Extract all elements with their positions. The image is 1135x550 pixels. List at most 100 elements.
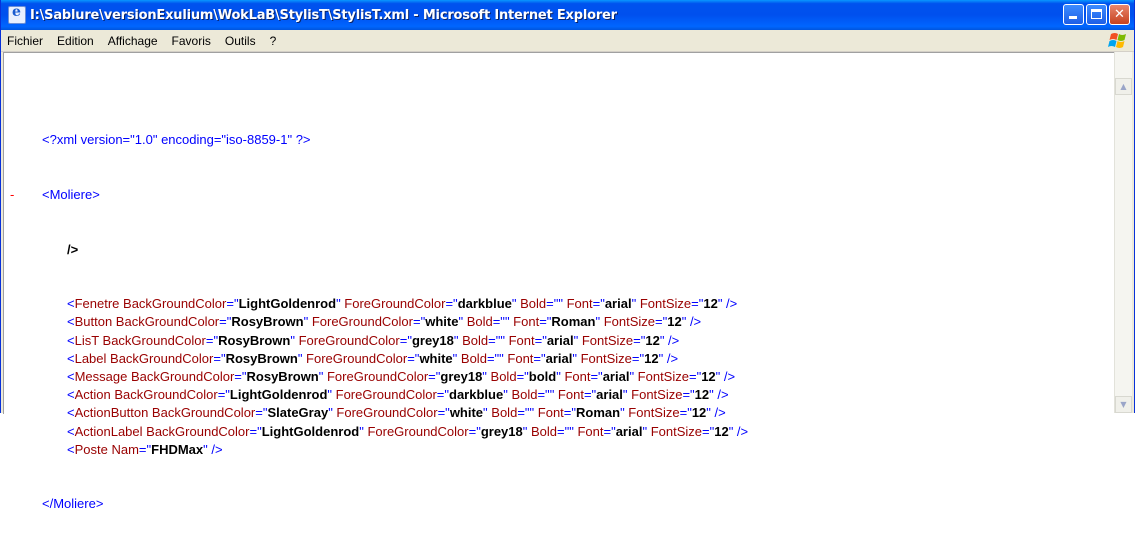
xml-lone-close-line: /> (10, 241, 748, 259)
xml-attr-eq: =" (537, 387, 550, 403)
xml-attr-value: darkblue (449, 387, 504, 403)
document-view[interactable]: <?xml version="1.0" encoding="iso-8859-1… (3, 52, 1117, 511)
xml-attr-value: white (425, 314, 459, 330)
ie-window: I:\Sablure\versionExulium\WokLaB\StylisT… (0, 0, 1135, 511)
menu-outils[interactable]: Outils (218, 34, 263, 48)
menu-favoris[interactable]: Favoris (165, 34, 218, 48)
xml-attr-value: FHDMax (151, 441, 204, 457)
close-button[interactable]: ✕ (1109, 4, 1130, 25)
xml-element-line: <Message BackGroundColor="RosyBrown" For… (10, 368, 748, 386)
xml-attr-value: grey18 (440, 368, 483, 384)
xml-attr-value: LightGoldenrod (261, 423, 360, 439)
xml-attr-value: RosyBrown (231, 314, 304, 330)
menu-edition[interactable]: Edition (50, 34, 101, 48)
xml-element-line: <Button BackGroundColor="RosyBrown" Fore… (10, 313, 748, 331)
xml-attr-value: grey18 (411, 332, 454, 348)
xml-attr-name: BackGroundColor (112, 314, 220, 330)
xml-attr-eq: =" (590, 368, 603, 384)
xml-attr-name: Nam (107, 441, 139, 457)
maximize-button[interactable] (1086, 4, 1107, 25)
windows-logo-icon (1108, 33, 1126, 48)
xml-attr-eq: =" (445, 296, 458, 312)
xml-attr-value: arial (546, 332, 574, 348)
xml-element-line: <Action BackGroundColor="LightGoldenrod"… (10, 386, 748, 404)
xml-attr-eq: =" (428, 368, 441, 384)
xml-attr-value: LightGoldenrod (229, 387, 328, 403)
xml-element-line: <LisT BackGroundColor="RosyBrown" ForeGr… (10, 332, 748, 350)
xml-attr-name: FontSize (627, 387, 683, 403)
xml-attr-name: ForeGroundColor (323, 368, 429, 384)
xml-attr-eq: =" (539, 314, 552, 330)
menu-help[interactable]: ? (263, 34, 284, 48)
xml-attr-value: arial (602, 368, 630, 384)
xml-root-close-line: </Moliere> (10, 495, 748, 513)
xml-attr-eq: =" (138, 441, 152, 457)
xml-attr-name: Bold (463, 314, 493, 330)
xml-element-line: <Fenetre BackGroundColor="LightGoldenrod… (10, 295, 748, 313)
xml-self-close: /> (663, 350, 679, 366)
xml-element-line: <ActionLabel BackGroundColor="LightGolde… (10, 423, 748, 441)
xml-attr-name: FontSize (636, 296, 692, 312)
xml-tree: <?xml version="1.0" encoding="iso-8859-1… (10, 95, 748, 550)
menu-fichier[interactable]: Fichier (1, 34, 50, 48)
xml-attr-eq: =" (226, 296, 239, 312)
xml-lone-close: /> (67, 241, 79, 257)
xml-attr-name: Bold (457, 350, 487, 366)
xml-attr-eq: =" (516, 368, 529, 384)
xml-attr-value: arial (615, 423, 643, 439)
xml-attr-eq: =" (691, 296, 704, 312)
minimize-icon (1069, 16, 1077, 19)
xml-open-bracket: < (67, 296, 75, 312)
xml-attr-value: RosyBrown (218, 332, 291, 348)
xml-self-close: /> (207, 441, 223, 457)
xml-attr-eq: =" (486, 350, 500, 366)
xml-tag-name: Fenetre (74, 296, 120, 312)
xml-attr-eq: =" (249, 423, 262, 439)
xml-attr-name: Font (504, 332, 535, 348)
xml-attr-eq: =" (603, 423, 616, 439)
xml-attr-eq: =" (234, 368, 247, 384)
xml-element-line: <Label BackGroundColor="RosyBrown" ForeG… (10, 350, 748, 368)
xml-attr-name: BackGroundColor (106, 350, 214, 366)
xml-attr-eq: =" (631, 350, 645, 366)
xml-element-line: <Poste Nam="FHDMax" /> (10, 441, 748, 459)
xml-attr-value: arial (596, 387, 623, 403)
xml-attr-value: 12 (714, 423, 729, 439)
xml-attr-name: BackGroundColor (142, 423, 250, 439)
xml-attr-eq: =" (407, 350, 420, 366)
scroll-down-button[interactable]: ▼ (1115, 396, 1132, 413)
xml-attr-value: grey18 (480, 423, 523, 439)
xml-attr-name: Font (509, 314, 540, 330)
xml-attr-name: Bold (527, 423, 558, 439)
xml-attr-value: 12 (644, 350, 659, 366)
xml-attr-name: BackGroundColor (119, 296, 227, 312)
xml-open-bracket: < (67, 314, 75, 330)
xml-declaration-line: <?xml version="1.0" encoding="iso-8859-1… (10, 131, 748, 149)
title-bar[interactable]: I:\Sablure\versionExulium\WokLaB\StylisT… (1, 0, 1134, 30)
xml-tag-name: Label (74, 350, 107, 366)
xml-attr-eq: =" (217, 387, 230, 403)
xml-attr-name: Font (562, 296, 593, 312)
xml-attr-name: FontSize (634, 368, 689, 384)
xml-element-line: <ActionButton BackGroundColor="SlateGray… (10, 404, 748, 422)
collapse-toggle[interactable]: - (10, 186, 42, 204)
menu-affichage[interactable]: Affichage (101, 34, 165, 48)
xml-attr-name: ForeGroundColor (294, 332, 400, 348)
scroll-up-button[interactable]: ▲ (1115, 78, 1132, 95)
xml-open-bracket: < (67, 350, 75, 366)
xml-attr-eq: =" (592, 296, 605, 312)
xml-attr-value: white (419, 350, 453, 366)
xml-attr-eq: =" (213, 350, 226, 366)
xml-attr-name: Bold (516, 296, 547, 312)
xml-open-bracket: < (67, 368, 75, 384)
xml-open-bracket: < (67, 441, 75, 457)
vertical-scrollbar[interactable]: ▲ ▼ (1114, 52, 1132, 413)
minimize-button[interactable] (1063, 4, 1084, 25)
maximize-icon (1091, 9, 1102, 19)
xml-self-close: /> (664, 332, 680, 348)
xml-attr-name: ForeGroundColor (302, 350, 408, 366)
xml-attr-eq: =" (492, 314, 505, 330)
xml-tag-name: Action (74, 387, 111, 403)
xml-attr-value: RosyBrown (225, 350, 298, 366)
xml-self-close: /> (686, 314, 702, 330)
